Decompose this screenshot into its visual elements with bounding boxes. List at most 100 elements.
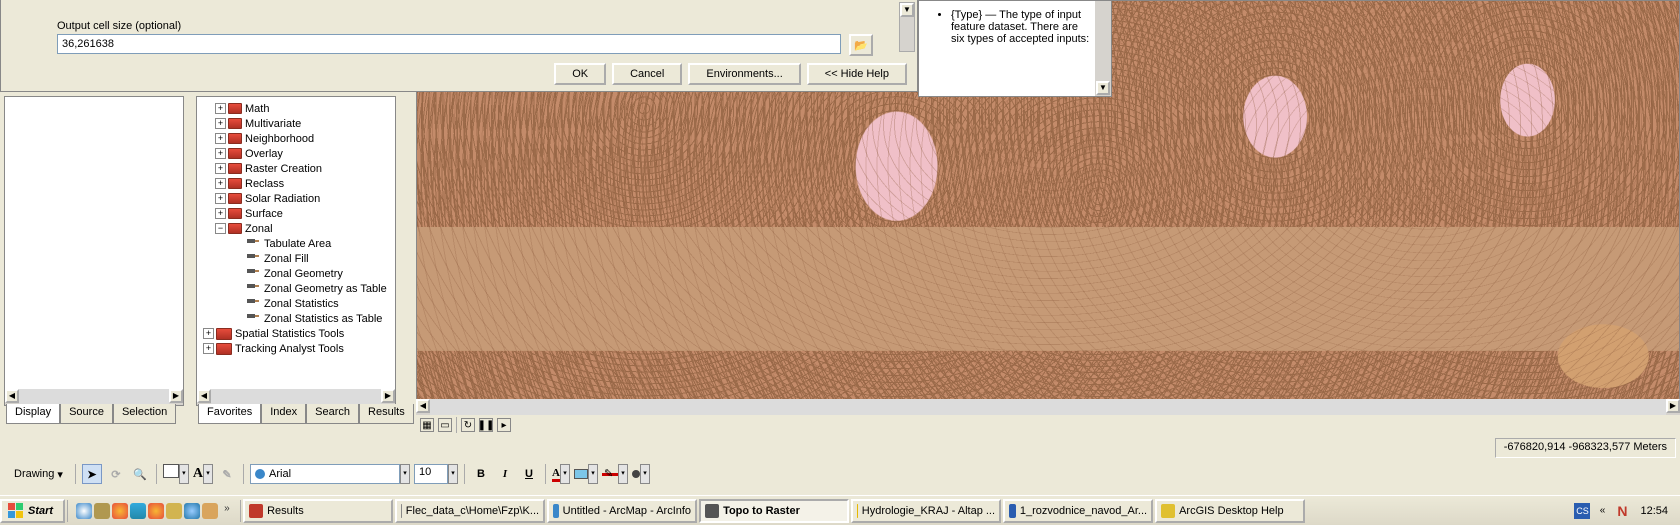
scroll-left-icon[interactable]: ◀ [416,399,430,413]
expand-icon[interactable]: + [215,118,226,129]
tree-toolset[interactable]: +Raster Creation [201,161,395,176]
text-color-dropdown[interactable]: ▾ [560,464,570,484]
refresh-icon[interactable]: ↻ [461,418,475,432]
font-select[interactable]: Arial [250,464,400,484]
tree-tool[interactable]: Tabulate Area [201,236,395,251]
taskbar-item[interactable]: Results [243,499,393,523]
expand-icon[interactable]: + [215,148,226,159]
ql-firefox-icon[interactable] [112,503,128,519]
dialog-vscrollbar[interactable]: ▼ [899,2,915,52]
tray-lang[interactable]: CS [1574,503,1590,519]
tree-tool[interactable]: Zonal Geometry as Table [201,281,395,296]
ok-button[interactable]: OK [554,63,606,85]
line-color-dropdown[interactable]: ▾ [618,464,628,484]
tab-selection[interactable]: Selection [113,404,176,424]
start-button[interactable]: Start [0,499,65,523]
layout-view-icon[interactable]: ▭ [438,418,452,432]
zoom-button[interactable]: 🔍 [130,464,150,484]
expand-icon[interactable]: + [215,163,226,174]
tree-scrollbar[interactable]: ◀ ▶ [197,389,395,405]
edit-vertices-button[interactable]: ✎ [217,464,237,484]
tray-clock[interactable]: 12:54 [1634,505,1674,517]
rotate-button[interactable]: ⟳ [106,464,126,484]
tab-display[interactable]: Display [6,404,60,424]
tree-toolset-zonal[interactable]: −Zonal [201,221,395,236]
expand-icon[interactable]: + [215,193,226,204]
scroll-left-icon[interactable]: ◀ [197,389,211,403]
font-size-select[interactable]: 10 [414,464,448,484]
tree-tool[interactable]: Zonal Statistics as Table [201,311,395,326]
taskbar-item[interactable]: Topo to Raster [699,499,849,523]
select-elements-button[interactable]: ➤ [82,464,102,484]
taskbar-item[interactable]: Flec_data_c\Home\Fzp\K... [395,499,545,523]
cell-size-input[interactable] [57,34,841,54]
tree-toolbox[interactable]: +Spatial Statistics Tools [201,326,395,341]
text-dropdown[interactable]: ▾ [203,464,213,484]
tab-favorites[interactable]: Favorites [198,404,261,424]
drawing-menu[interactable]: Drawing▾ [8,466,69,483]
ql-desktop-icon[interactable] [94,503,110,519]
environments-button[interactable]: Environments... [688,63,800,85]
scroll-track[interactable] [430,399,1666,415]
expand-icon[interactable]: + [203,343,214,354]
collapse-icon[interactable]: − [215,223,226,234]
tree-toolset[interactable]: +Overlay [201,146,395,161]
scroll-track[interactable] [19,389,169,405]
hide-help-button[interactable]: << Hide Help [807,63,907,85]
tree-toolset[interactable]: +Reclass [201,176,395,191]
tab-results[interactable]: Results [359,404,414,424]
ql-overflow[interactable]: » [220,503,232,519]
tree-toolset[interactable]: +Multivariate [201,116,395,131]
expand-icon[interactable]: + [215,208,226,219]
tree-toolset[interactable]: +Surface [201,206,395,221]
scroll-right-icon[interactable]: ▶ [169,389,183,403]
scroll-left-icon[interactable]: ◀ [5,389,19,403]
scroll-track[interactable] [211,389,381,405]
ql-globe-icon[interactable] [76,503,92,519]
data-view-icon[interactable]: ▦ [420,418,434,432]
scroll-down-icon[interactable]: ▼ [1096,81,1110,95]
ql-firefox-2-icon[interactable] [148,503,164,519]
tree-tool[interactable]: Zonal Geometry [201,266,395,281]
rect-tool[interactable] [163,464,179,478]
tray-n-icon[interactable]: N [1614,503,1630,519]
fill-color-dropdown[interactable]: ▾ [588,464,598,484]
tree-tool[interactable]: Zonal Statistics [201,296,395,311]
ql-app-icon[interactable] [202,503,218,519]
cancel-button[interactable]: Cancel [612,63,682,85]
help-scrollbar[interactable]: ▼ [1095,1,1111,96]
ql-folder-icon[interactable] [166,503,182,519]
browse-button[interactable]: 📂 [849,34,873,56]
size-dropdown[interactable]: ▾ [448,464,458,484]
taskbar-item[interactable]: 1_rozvodnice_navod_Ar... [1003,499,1153,523]
ql-mail-icon[interactable] [130,503,146,519]
scroll-right-icon[interactable]: ▶ [381,389,395,403]
map-hscrollbar[interactable]: ◀ ▶ [416,399,1680,415]
taskbar-item[interactable]: Untitled - ArcMap - ArcInfo [547,499,697,523]
tab-source[interactable]: Source [60,404,113,424]
tree-toolset[interactable]: +Solar Radiation [201,191,395,206]
scroll-right-icon[interactable]: ▶ [1666,399,1680,413]
pause-icon[interactable]: ❚❚ [479,418,493,432]
taskbar-item[interactable]: Hydrologie_KRAJ - Altap ... [851,499,1001,523]
bold-button[interactable]: B [471,464,491,484]
tree-toolset[interactable]: +Neighborhood [201,131,395,146]
tree-toolset[interactable]: +Math [201,101,395,116]
taskbar-item[interactable]: ArcGIS Desktop Help [1155,499,1305,523]
tree-toolbox[interactable]: +Tracking Analyst Tools [201,341,395,356]
toc-scrollbar[interactable]: ◀ ▶ [5,389,183,405]
expand-icon[interactable]: + [215,133,226,144]
shape-dropdown[interactable]: ▾ [179,464,189,484]
tree-tool[interactable]: Zonal Fill [201,251,395,266]
font-dropdown[interactable]: ▾ [400,464,410,484]
ql-ie-icon[interactable] [184,503,200,519]
tray-expand-icon[interactable]: « [1594,503,1610,519]
expand-icon[interactable]: + [215,178,226,189]
expand-icon[interactable]: + [215,103,226,114]
italic-button[interactable]: I [495,464,515,484]
tab-search[interactable]: Search [306,404,359,424]
underline-button[interactable]: U [519,464,539,484]
step-icon[interactable]: ▸ [497,418,511,432]
tab-index[interactable]: Index [261,404,306,424]
marker-color-dropdown[interactable]: ▾ [640,464,650,484]
